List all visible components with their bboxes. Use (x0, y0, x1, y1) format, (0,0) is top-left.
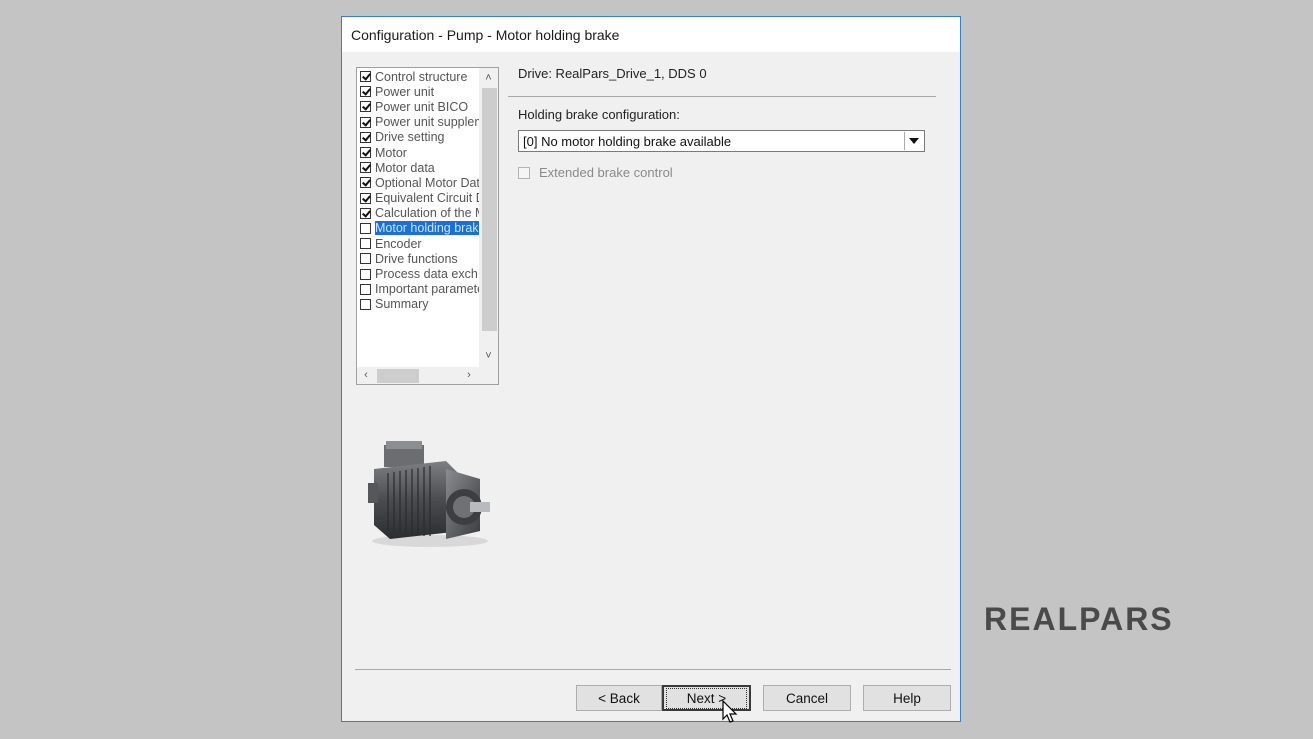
holding-brake-value: [0] No motor holding brake available (523, 133, 732, 149)
tree-item[interactable]: Motor holding brak (357, 221, 479, 236)
scroll-down-icon[interactable]: ˅ (479, 348, 498, 364)
tree-item[interactable]: Encoder (357, 236, 479, 251)
checked-checkbox-icon[interactable] (360, 131, 371, 143)
tree-item[interactable]: Motor data (357, 160, 479, 175)
unchecked-checkbox-icon[interactable] (360, 283, 371, 295)
vertical-scroll-thumb[interactable] (482, 88, 497, 331)
tree-item[interactable]: Equivalent Circuit D (357, 191, 479, 206)
tree-item[interactable]: Power unit (357, 84, 479, 99)
tree-item-label: Motor holding brak (375, 221, 479, 236)
tree-item[interactable]: Calculation of the M (357, 206, 479, 221)
realpars-logo: REALPARS (984, 601, 1174, 634)
holding-brake-dropdown[interactable]: [0] No motor holding brake available (518, 130, 925, 152)
scroll-right-icon[interactable]: › (460, 367, 478, 383)
tree-item[interactable]: Drive setting (357, 130, 479, 145)
unchecked-checkbox-icon[interactable] (360, 268, 371, 280)
scroll-up-icon[interactable]: ˄ (479, 70, 498, 86)
scroll-corner (479, 366, 498, 384)
extended-brake-checkbox-box[interactable] (518, 166, 530, 179)
tree-item[interactable]: Power unit BICO (357, 99, 479, 114)
tree-item[interactable]: Important paramete (357, 282, 479, 297)
tree-item[interactable]: Process data exch (357, 266, 479, 281)
tree-items: Control structure Power unit Power unit BI… (357, 69, 479, 312)
checked-checkbox-icon[interactable] (360, 162, 371, 174)
tree-item-label: Power unit BICO (375, 99, 469, 114)
unchecked-checkbox-icon[interactable] (360, 298, 371, 310)
tree-item-label: Calculation of the M (375, 206, 479, 221)
tree-item-label: Power unit (375, 84, 435, 99)
configuration-dialog: Configuration - Pump - Motor holding bra… (341, 16, 961, 723)
checked-checkbox-icon[interactable] (360, 116, 371, 128)
holding-brake-label: Holding brake configuration: (518, 107, 680, 122)
header-separator (508, 96, 936, 97)
navigation-tree[interactable]: Control structure Power unit Power unit BI… (356, 67, 499, 385)
tree-item-label: Optional Motor Dat (375, 175, 479, 190)
extended-brake-label: Extended brake control (539, 165, 673, 180)
tree-item[interactable]: Optional Motor Dat (357, 175, 479, 190)
tree-item-label: Power unit supplem (375, 115, 479, 130)
drive-label: Drive: RealPars_Drive_1, DDS 0 (518, 66, 707, 81)
tree-item-label: Important paramete (375, 282, 479, 297)
tree-item-label: Summary (375, 297, 429, 312)
unchecked-checkbox-icon[interactable] (360, 238, 371, 250)
checked-checkbox-icon[interactable] (360, 86, 371, 98)
checked-checkbox-icon[interactable] (360, 177, 371, 189)
tree-item[interactable]: Control structure (357, 69, 479, 84)
tree-item[interactable]: Motor (357, 145, 479, 160)
unchecked-checkbox-icon[interactable] (360, 253, 371, 265)
checked-checkbox-icon[interactable] (360, 147, 371, 159)
help-button[interactable]: Help (863, 685, 951, 711)
extended-brake-control-checkbox[interactable]: Extended brake control (518, 165, 673, 180)
dialog-title: Configuration - Pump - Motor holding bra… (342, 17, 960, 52)
tree-item-label: Encoder (375, 236, 422, 251)
tree-item-label: Equivalent Circuit D (375, 191, 479, 206)
footer-separator (355, 669, 951, 670)
unchecked-checkbox-icon[interactable] (360, 222, 371, 234)
dropdown-arrow-icon[interactable] (904, 132, 923, 150)
tree-item-label: Control structure (375, 69, 468, 84)
checked-checkbox-icon[interactable] (360, 71, 371, 83)
brand-name: REALPARS (984, 601, 1174, 634)
tree-item-label: Motor data (375, 160, 435, 175)
tree-item-label: Drive functions (375, 251, 458, 266)
motor-image (368, 441, 490, 547)
tree-item[interactable]: Power unit supplem (357, 115, 479, 130)
horizontal-scrollbar[interactable]: ‹ › (357, 367, 481, 384)
tree-item[interactable]: Summary (357, 297, 479, 312)
checked-checkbox-icon[interactable] (360, 101, 371, 113)
back-button[interactable]: < Back (576, 685, 662, 711)
mouse-cursor-icon (722, 700, 738, 723)
horizontal-scroll-thumb[interactable] (377, 369, 419, 383)
tree-item-label: Drive setting (375, 130, 445, 145)
tree-item-label: Motor (375, 145, 407, 160)
tree-item-label: Process data exch (375, 267, 478, 282)
tree-item[interactable]: Drive functions (357, 251, 479, 266)
checked-checkbox-icon[interactable] (360, 207, 371, 219)
cancel-button[interactable]: Cancel (763, 685, 851, 711)
vertical-scrollbar[interactable]: ˄ ˅ (479, 68, 498, 368)
scroll-left-icon[interactable]: ‹ (357, 367, 375, 383)
checked-checkbox-icon[interactable] (360, 192, 371, 204)
